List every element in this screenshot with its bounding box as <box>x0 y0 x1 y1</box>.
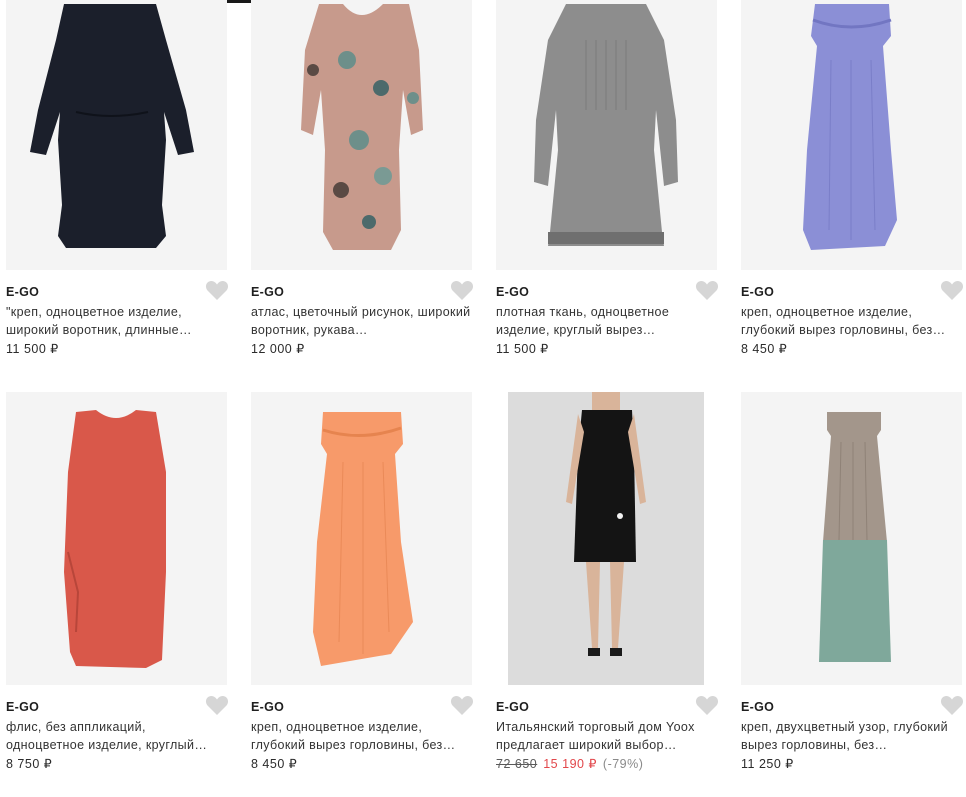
product-brand: E-GO <box>496 285 530 299</box>
heart-icon[interactable] <box>695 695 719 716</box>
sale-price: 15 190 ₽ <box>543 757 597 771</box>
product-image-black-dress-model[interactable] <box>496 392 717 685</box>
product-brand: E-GO <box>251 285 285 299</box>
product-image-lilac-dress[interactable] <box>741 0 962 270</box>
product-card[interactable]: E-GO "креп, одноцветное изделие, широкий… <box>6 0 229 358</box>
product-price: 72 650 15 190 ₽ (-79%) <box>496 755 717 773</box>
product-card[interactable]: E-GO креп, одноцветное изделие, глубокий… <box>251 392 474 773</box>
product-image-orange-dress[interactable] <box>251 392 472 685</box>
product-image-two-tone-dress[interactable] <box>741 392 962 685</box>
product-brand: E-GO <box>741 285 775 299</box>
product-price: 11 500 ₽ <box>496 342 549 356</box>
heart-icon[interactable] <box>450 280 474 301</box>
product-description: "креп, одноцветное изделие, широкий воро… <box>6 305 192 337</box>
product-price: 8 750 ₽ <box>6 757 53 771</box>
old-price: 72 650 <box>496 757 538 771</box>
product-description: креп, одноцветное изделие, глубокий выре… <box>741 305 946 337</box>
product-brand: E-GO <box>496 700 530 714</box>
product-description: креп, одноцветное изделие, глубокий выре… <box>251 720 456 752</box>
product-brand: E-GO <box>6 285 40 299</box>
product-price: 8 450 ₽ <box>251 757 298 771</box>
product-description: креп, двухцветный узор, глубокий вырез г… <box>741 720 948 752</box>
heart-icon[interactable] <box>940 695 964 716</box>
product-card[interactable]: E-GO креп, двухцветный узор, глубокий вы… <box>741 392 964 773</box>
product-card[interactable]: E-GO флис, без аппликаций, одноцветное и… <box>6 392 229 773</box>
product-price: 11 250 ₽ <box>741 757 794 771</box>
product-brand: E-GO <box>741 700 775 714</box>
heart-icon[interactable] <box>205 695 229 716</box>
product-image-floral-dress[interactable] <box>251 0 472 270</box>
product-brand: E-GO <box>251 700 285 714</box>
heart-icon[interactable] <box>205 280 229 301</box>
product-card[interactable]: E-GO атлас, цветочный рисунок, широкий в… <box>251 0 474 358</box>
product-image-coral-dress[interactable] <box>6 392 227 685</box>
product-price: 11 500 ₽ <box>6 342 59 356</box>
product-description: Итальянский торговый дом Yoox предлагает… <box>496 720 695 752</box>
product-description: флис, без аппликаций, одноцветное издели… <box>6 720 208 752</box>
product-price: 8 450 ₽ <box>741 342 788 356</box>
heart-icon[interactable] <box>450 695 474 716</box>
product-image-black-dress[interactable] <box>6 0 227 270</box>
product-brand: E-GO <box>6 700 40 714</box>
product-card[interactable]: E-GO креп, одноцветное изделие, глубокий… <box>741 0 964 358</box>
discount-badge: (-79%) <box>602 757 644 771</box>
product-price: 12 000 ₽ <box>251 342 305 356</box>
heart-icon[interactable] <box>940 280 964 301</box>
product-card[interactable]: E-GO Итальянский торговый дом Yoox предл… <box>496 392 719 773</box>
product-description: атлас, цветочный рисунок, широкий воротн… <box>251 305 471 337</box>
product-card[interactable]: E-GO плотная ткань, одноцветное изделие,… <box>496 0 719 358</box>
product-image-grey-dress[interactable] <box>496 0 717 270</box>
product-description: плотная ткань, одноцветное изделие, круг… <box>496 305 670 337</box>
heart-icon[interactable] <box>695 280 719 301</box>
